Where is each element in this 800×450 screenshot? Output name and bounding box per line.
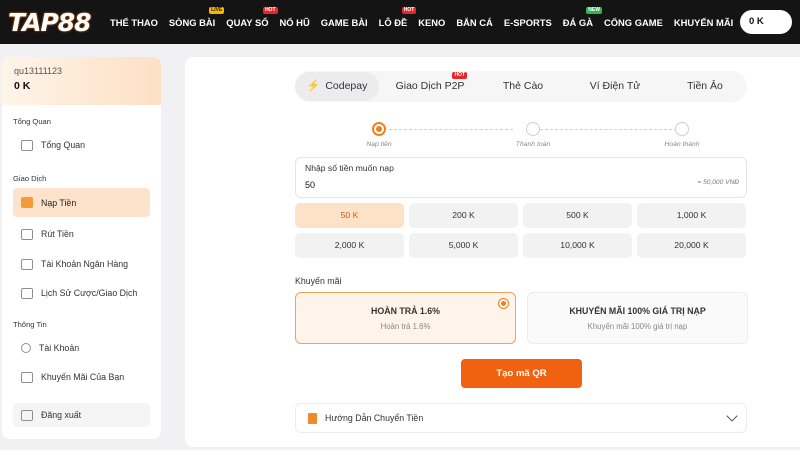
step-complete: Hoàn thành (652, 122, 712, 148)
nav-item-e-sports[interactable]: E-SPORTS (504, 0, 552, 44)
quick-amount-grid: 50 K 200 K 500 K 1,000 K 2,000 K 5,000 K… (295, 203, 748, 258)
nav-item-song-bai[interactable]: SÒNG BÀI LIVE (169, 0, 225, 44)
nav-item-no-hu[interactable]: NỔ HŨ (280, 0, 310, 44)
sidebar-item-overview[interactable]: Tổng Quan (13, 132, 150, 158)
amount-option-1000k[interactable]: 1,000 K (637, 203, 746, 228)
live-badge: LIVE (209, 7, 225, 14)
hot-badge: HOT (262, 7, 278, 14)
deposit-panel: ⚡ Codepay Giao Dịch P2P HOT Thẻ Cào Ví Điệ… (185, 57, 800, 447)
header-balance[interactable]: 0 K (740, 10, 792, 34)
nav-item-lo-de[interactable]: LÔ ĐỀ HOT (379, 0, 417, 44)
withdraw-icon (21, 228, 33, 240)
sidebar-item-history[interactable]: Lịch Sử Cược/Giao Dịch (13, 280, 150, 306)
nav-item-khuyen-mai[interactable]: KHUYẾN MÃI (674, 0, 733, 44)
site-logo[interactable]: TAP88 (8, 6, 98, 38)
sidebar-item-label: Lịch Sử Cược/Giao Dịch (41, 288, 138, 298)
account-icon (21, 343, 31, 353)
document-icon (308, 412, 317, 424)
step-current-indicator (372, 122, 386, 136)
sidebar-item-label: Tài Khoản (39, 343, 80, 353)
sidebar-item-label: Tổng Quan (41, 140, 86, 150)
account-sidebar: qu13111123 0 K Tổng Quan Tổng Quan Giao … (2, 57, 161, 439)
sidebar-item-label: Đăng xuất (41, 410, 82, 420)
step-indicator (675, 122, 689, 136)
lightning-icon: ⚡ (306, 80, 321, 92)
step-deposit: Nạp tiền (349, 122, 409, 148)
nav-item-ban-ca[interactable]: BẮN CÁ (456, 0, 492, 44)
nav-item-cong-game[interactable]: CỔNG GAME (604, 0, 663, 44)
sidebar-item-account[interactable]: Tài Khoản (13, 335, 150, 361)
amount-conversion-hint: = 50,000 VNĐ (697, 179, 739, 186)
sidebar-item-label: Rút Tiền (41, 229, 74, 239)
amount-option-5000k[interactable]: 5,000 K (409, 233, 518, 258)
amount-option-10000k[interactable]: 10,000 K (523, 233, 632, 258)
amount-field[interactable]: Nhập số tiền muốn nạp = 50,000 VNĐ (295, 157, 747, 198)
logout-icon (21, 409, 33, 421)
sidebar-item-bank-account[interactable]: Tài Khoản Ngân Hàng (13, 251, 150, 277)
sidebar-item-label: Khuyến Mãi Của Bạn (41, 372, 125, 382)
sidebar-item-label: Nạp Tiền (41, 197, 77, 208)
tab-scratch-card[interactable]: Thẻ Cào (481, 72, 565, 101)
deposit-icon (21, 197, 33, 208)
guide-label: Hướng Dẫn Chuyển Tiền (325, 413, 424, 423)
nav-item-game-bai[interactable]: GAME BÀI (321, 0, 368, 44)
nav-item-da-ga[interactable]: ĐÁ GÀ NEW (563, 0, 602, 44)
promotion-icon (21, 371, 33, 383)
nav-item-quay-so[interactable]: QUAY SỐ HOT (226, 0, 278, 44)
amount-option-2000k[interactable]: 2,000 K (295, 233, 404, 258)
step-indicator (526, 122, 540, 136)
logout-button[interactable]: Đăng xuất (13, 403, 150, 427)
step-payment: Thanh toán (503, 122, 563, 148)
tab-crypto[interactable]: Tiền Ảo (665, 72, 745, 101)
main-nav: THỂ THAO SÒNG BÀI LIVE QUAY SỐ HOT NỔ HŨ G… (110, 0, 744, 44)
tab-e-wallet[interactable]: Ví Điện Tử (565, 72, 665, 101)
top-navigation-bar: TAP88 THỂ THAO SÒNG BÀI LIVE QUAY SỐ HOT N… (0, 0, 800, 44)
section-title-overview: Tổng Quan (13, 117, 51, 126)
promotion-section-title: Khuyến mãi (295, 276, 342, 286)
amount-option-200k[interactable]: 200 K (409, 203, 518, 228)
transfer-guide-accordion[interactable]: Hướng Dẫn Chuyển Tiền (295, 403, 747, 433)
amount-input[interactable] (305, 180, 605, 190)
hot-badge: HOT (452, 72, 467, 79)
amount-option-20000k[interactable]: 20,000 K (637, 233, 746, 258)
sidebar-item-my-promotions[interactable]: Khuyến Mãi Của Bạn (13, 364, 150, 390)
create-qr-button[interactable]: Tạo mã QR (461, 359, 582, 388)
amount-option-50k[interactable]: 50 K (295, 203, 404, 228)
section-title-info: Thông Tin (13, 320, 47, 329)
new-badge: NEW (586, 7, 602, 14)
user-balance: 0 K (14, 80, 31, 92)
bank-icon (21, 258, 33, 270)
hot-badge: HOT (401, 7, 417, 14)
chevron-down-icon[interactable] (726, 410, 738, 422)
user-card: qu13111123 0 K (2, 57, 161, 105)
sidebar-item-deposit[interactable]: Nạp Tiền (13, 188, 150, 217)
dashboard-icon (21, 139, 33, 151)
section-title-transactions: Giao Dịch (13, 174, 47, 183)
radio-selected-icon (498, 298, 509, 309)
amount-label: Nhập số tiền muốn nạp (305, 163, 394, 173)
amount-option-500k[interactable]: 500 K (523, 203, 632, 228)
nav-item-the-thao[interactable]: THỂ THAO (110, 0, 158, 44)
nav-item-keno[interactable]: KENO (418, 0, 445, 44)
promotion-option-cashback[interactable]: HOÀN TRẢ 1.6% Hoàn trả 1.6% (295, 292, 516, 344)
promotion-option-deposit-bonus[interactable]: KHUYẾN MÃI 100% GIÁ TRỊ NẠP Khuyến mãi 1… (527, 292, 748, 344)
sidebar-item-withdraw[interactable]: Rút Tiền (13, 221, 150, 247)
payment-method-tabs: ⚡ Codepay Giao Dịch P2P HOT Thẻ Cào Ví Điệ… (295, 71, 747, 102)
history-icon (21, 287, 33, 299)
sidebar-item-label: Tài Khoản Ngân Hàng (41, 259, 129, 269)
username: qu13111123 (14, 66, 63, 76)
tab-p2p[interactable]: Giao Dịch P2P HOT (379, 72, 481, 101)
tab-codepay[interactable]: ⚡ Codepay (295, 72, 379, 101)
